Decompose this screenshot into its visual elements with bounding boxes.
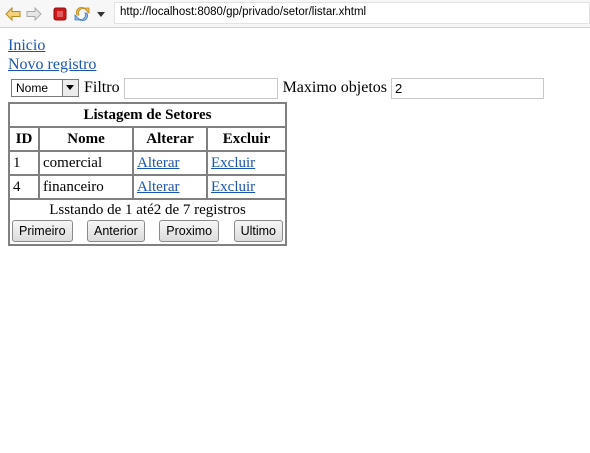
edit-link[interactable]: Alterar: [137, 155, 179, 171]
page-content: Inicio Novo registro Nome Filtro Maximo …: [8, 36, 544, 246]
cell-nome: financeiro: [39, 175, 133, 199]
column-header-alterar: Alterar: [133, 127, 207, 151]
sectors-table: Listagem de Setores ID Nome Alterar Excl…: [8, 102, 287, 246]
dropdown-caret-icon[interactable]: [96, 9, 106, 19]
table-footer: Lsstando de 1 até2 de 7 registros Primei…: [9, 199, 286, 245]
cell-nome: comercial: [39, 151, 133, 175]
column-header-nome: Nome: [39, 127, 133, 151]
pagination-status: Lsstando de 1 até2 de 7 registros: [49, 202, 246, 218]
cell-id: 4: [9, 175, 39, 199]
cell-id: 1: [9, 151, 39, 175]
back-arrow-icon[interactable]: [5, 6, 21, 22]
chevron-down-icon[interactable]: [62, 80, 78, 96]
last-page-button[interactable]: Ultimo: [233, 220, 283, 242]
table-header-row: ID Nome Alterar Excluir: [9, 127, 286, 151]
table-row: 4 financeiro Alterar Excluir: [9, 175, 286, 199]
column-header-id: ID: [9, 127, 39, 151]
forward-arrow-icon[interactable]: [26, 6, 42, 22]
edit-link[interactable]: Alterar: [137, 179, 179, 195]
first-page-button[interactable]: Primeiro: [12, 220, 73, 242]
home-link[interactable]: Inicio: [8, 36, 544, 55]
table-row: 1 comercial Alterar Excluir: [9, 151, 286, 175]
filter-label: Filtro: [84, 79, 120, 96]
stop-icon[interactable]: [52, 6, 68, 22]
filter-input[interactable]: [123, 77, 278, 99]
pagination-controls: Primeiro Anterior Proximo Ultimo: [12, 220, 283, 242]
reload-icon[interactable]: [74, 6, 90, 22]
column-header-excluir: Excluir: [207, 127, 286, 151]
delete-link[interactable]: Excluir: [211, 155, 255, 171]
filter-field-select[interactable]: Nome: [11, 79, 79, 97]
max-objects-label: Maximo objetos: [282, 79, 387, 96]
next-page-button[interactable]: Proximo: [159, 220, 220, 242]
delete-link[interactable]: Excluir: [211, 179, 255, 195]
table-caption: Listagem de Setores: [9, 103, 286, 127]
address-bar[interactable]: http://localhost:8080/gp/privado/setor/l…: [114, 2, 590, 24]
previous-page-button[interactable]: Anterior: [87, 220, 145, 242]
filter-row: Nome Filtro Maximo objetos: [8, 76, 544, 100]
new-record-link[interactable]: Novo registro: [8, 55, 544, 74]
address-url: http://localhost:8080/gp/privado/setor/l…: [120, 6, 367, 18]
max-objects-input[interactable]: [391, 77, 544, 99]
browser-toolbar: http://localhost:8080/gp/privado/setor/l…: [0, 0, 590, 28]
filter-field-select-value: Nome: [16, 81, 49, 95]
